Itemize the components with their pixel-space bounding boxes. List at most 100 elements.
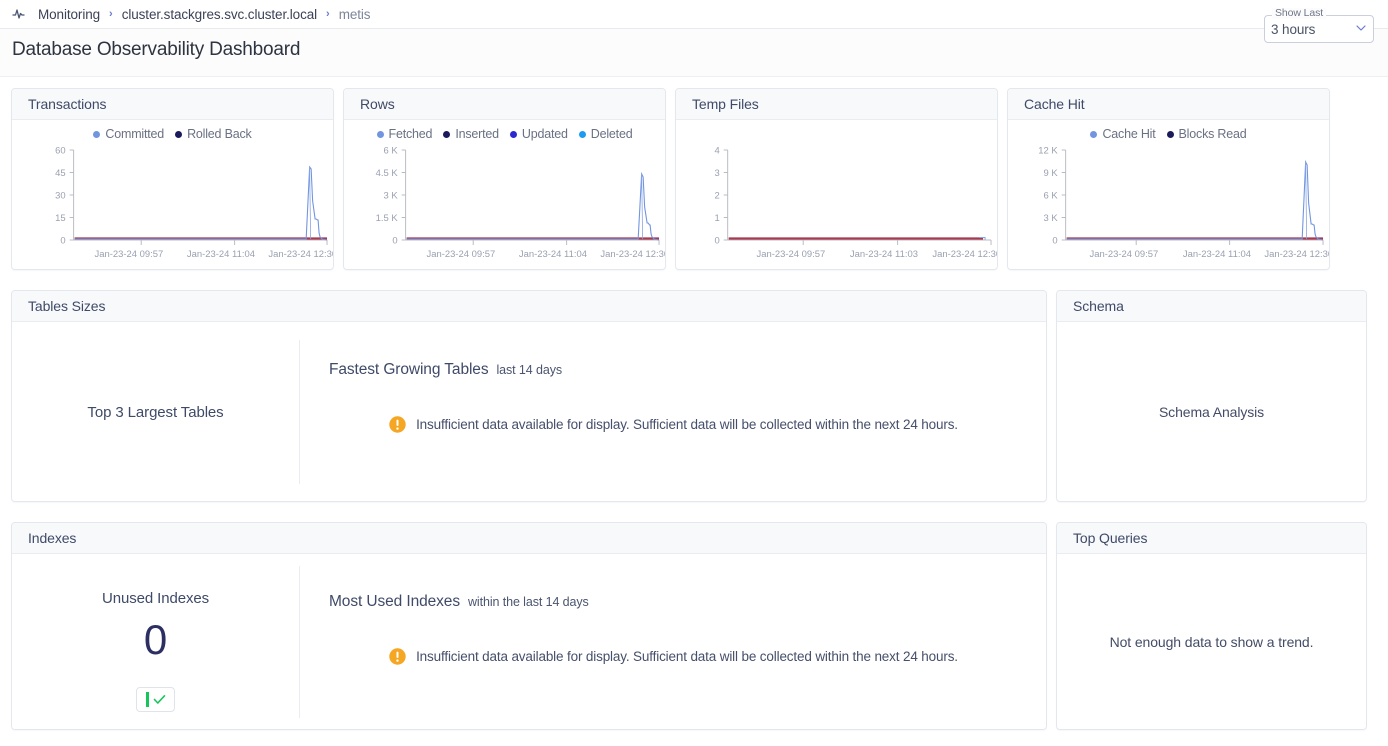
card-title: Rows <box>360 96 395 112</box>
x-tick-label: Jan-23-24 12:30 <box>1264 249 1329 260</box>
chart-plot-transactions[interactable]: 60 45 30 15 0 Jan-23-24 09:57 Jan-23-24 … <box>12 141 333 263</box>
card-cache-hit: Cache Hit Cache Hit Blocks Read <box>1007 88 1330 270</box>
y-tick-label: 4.5 K <box>376 168 399 179</box>
top-largest-tables-label: Top 3 Largest Tables <box>87 404 223 421</box>
activity-pulse-icon <box>12 7 30 21</box>
legend-item[interactable]: Rolled Back <box>175 127 252 141</box>
breadcrumb-separator: › <box>109 9 113 20</box>
legend-dot-icon <box>1090 131 1097 138</box>
card-body: Fetched Inserted Updated Deleted <box>344 120 665 270</box>
card-header: Top Queries <box>1057 523 1366 554</box>
legend-label: Updated <box>522 127 568 141</box>
y-tick-label: 15 <box>55 213 66 224</box>
card-body: 4 3 2 1 0 Jan-23-24 09:57 Jan-23-24 11:0… <box>676 120 997 270</box>
y-tick-label: 3 <box>714 168 719 179</box>
x-tick-label: Jan-23-24 12:30 <box>600 249 665 260</box>
x-tick-label: Jan-23-24 12:30 <box>932 249 997 260</box>
card-title: Schema <box>1073 298 1124 314</box>
legend-label: Deleted <box>591 127 633 141</box>
card-schema: Schema Schema Analysis <box>1056 290 1367 502</box>
x-tick-label: Jan-23-24 09:57 <box>426 249 495 260</box>
charts-row: Transactions Committed Rolled Back <box>0 88 1388 270</box>
legend-item[interactable]: Updated <box>510 127 568 141</box>
legend-item[interactable]: Committed <box>93 127 164 141</box>
y-tick-label: 60 <box>55 145 66 156</box>
subsection-title: Fastest Growing Tables <box>329 361 488 379</box>
tables-schema-row: Tables Sizes Top 3 Largest Tables Fastes… <box>0 290 1388 502</box>
unused-indexes-value: 0 <box>144 619 167 661</box>
y-tick-label: 4 <box>714 145 719 156</box>
breadcrumb-item-monitoring[interactable]: Monitoring <box>38 7 100 22</box>
breadcrumb-item-cluster[interactable]: cluster.stackgres.svc.cluster.local <box>122 7 317 22</box>
legend-label: Inserted <box>455 127 499 141</box>
card-indexes: Indexes Unused Indexes 0 Most Used Index… <box>11 522 1047 730</box>
x-tick-label: Jan-23-24 09:57 <box>756 249 825 260</box>
legend-dot-icon <box>510 131 517 138</box>
legend-item[interactable]: Fetched <box>377 127 433 141</box>
line-chart-svg: 4 3 2 1 0 Jan-23-24 09:57 Jan-23-24 11:0… <box>676 141 997 263</box>
warning-circle-icon <box>388 415 407 434</box>
line-chart-svg: 60 45 30 15 0 Jan-23-24 09:57 Jan-23-24 … <box>12 141 333 263</box>
legend-item[interactable]: Cache Hit <box>1090 127 1155 141</box>
card-title: Top Queries <box>1073 530 1147 546</box>
green-check-icon <box>153 694 166 705</box>
y-tick-label: 0 <box>714 235 719 246</box>
x-tick-label: Jan-23-24 11:03 <box>850 249 918 260</box>
unused-indexes-pane: Unused Indexes 0 <box>12 566 300 718</box>
card-transactions: Transactions Committed Rolled Back <box>11 88 334 270</box>
legend-item[interactable]: Blocks Read <box>1167 127 1247 141</box>
page-header: Database Observability Dashboard Show La… <box>0 29 1388 77</box>
y-tick-label: 3 K <box>383 190 398 201</box>
legend-label: Committed <box>105 127 164 141</box>
legend-dot-icon <box>377 131 384 138</box>
breadcrumb-item-metis[interactable]: metis <box>339 7 371 22</box>
y-tick-label: 12 K <box>1038 145 1058 156</box>
x-tick-label: Jan-23-24 11:04 <box>187 249 255 260</box>
chart-plot-temp-files[interactable]: 4 3 2 1 0 Jan-23-24 09:57 Jan-23-24 11:0… <box>676 141 997 263</box>
show-last-value: 3 hours <box>1271 22 1315 37</box>
breadcrumb-separator: › <box>326 9 330 20</box>
chart-legend <box>676 120 997 141</box>
show-last-select[interactable]: Show Last 3 hours <box>1264 15 1374 43</box>
indexes-queries-row: Indexes Unused Indexes 0 Most Used Index… <box>0 522 1388 730</box>
show-last-label: Show Last <box>1272 8 1326 19</box>
card-temp-files: Temp Files 4 3 2 1 0 <box>675 88 998 270</box>
empty-state-message: Insufficient data available for display.… <box>300 415 1046 434</box>
card-header: Indexes <box>12 523 1046 554</box>
x-tick-label: Jan-23-24 09:57 <box>1089 249 1158 260</box>
schema-analysis-label: Schema Analysis <box>1159 404 1264 420</box>
legend-dot-icon <box>1167 131 1174 138</box>
card-body: Unused Indexes 0 Most Used Indexes withi… <box>12 554 1046 730</box>
y-tick-label: 45 <box>55 168 66 179</box>
top-largest-tables-pane: Top 3 Largest Tables <box>12 340 300 484</box>
chart-plot-cache-hit[interactable]: 12 K 9 K 6 K 3 K 0 Jan-23-24 09:57 Jan-2… <box>1008 141 1329 263</box>
show-last-control[interactable]: Show Last 3 hours <box>1264 15 1374 43</box>
y-tick-label: 6 K <box>383 145 398 156</box>
subsection-title: Most Used Indexes <box>329 593 460 611</box>
legend-label: Rolled Back <box>187 127 252 141</box>
chart-plot-rows[interactable]: 6 K 4.5 K 3 K 1.5 K 0 Jan-23-24 09:57 Ja… <box>344 141 665 263</box>
card-body: Committed Rolled Back <box>12 120 333 270</box>
card-title: Temp Files <box>692 96 759 112</box>
chart-legend: Cache Hit Blocks Read <box>1008 120 1329 141</box>
card-body: Not enough data to show a trend. <box>1057 554 1366 730</box>
chevron-down-icon[interactable] <box>1356 25 1366 31</box>
card-body: Top 3 Largest Tables Fastest Growing Tab… <box>12 322 1046 502</box>
empty-state-message: Insufficient data available for display.… <box>300 647 1046 666</box>
legend-label: Blocks Read <box>1179 127 1247 141</box>
card-title: Transactions <box>28 96 106 112</box>
unused-indexes-label: Unused Indexes <box>102 590 209 607</box>
status-badge <box>136 687 175 712</box>
card-title: Indexes <box>28 530 76 546</box>
y-tick-label: 30 <box>55 190 66 201</box>
line-chart-svg: 12 K 9 K 6 K 3 K 0 Jan-23-24 09:57 Jan-2… <box>1008 141 1329 263</box>
legend-item[interactable]: Inserted <box>443 127 499 141</box>
card-header: Tables Sizes <box>12 291 1046 322</box>
empty-state-text: Insufficient data available for display.… <box>416 417 958 432</box>
breadcrumb: Monitoring › cluster.stackgres.svc.clust… <box>0 0 1388 29</box>
empty-state-text: Insufficient data available for display.… <box>416 649 958 664</box>
legend-item[interactable]: Deleted <box>579 127 633 141</box>
x-tick-label: Jan-23-24 12:30 <box>268 249 333 260</box>
subsection-subtitle: last 14 days <box>496 363 562 377</box>
subsection-subtitle: within the last 14 days <box>468 595 589 609</box>
